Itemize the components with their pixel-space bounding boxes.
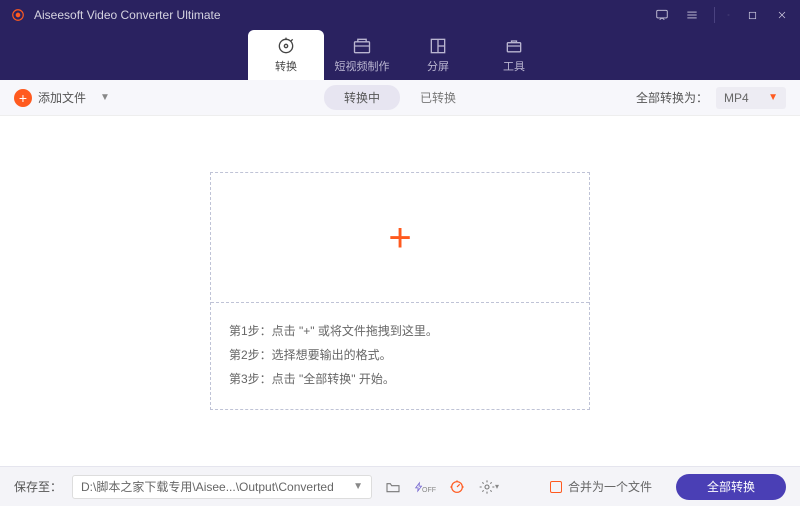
titlebar: Aiseesoft Video Converter Ultimate bbox=[0, 0, 800, 30]
app-title: Aiseesoft Video Converter Ultimate bbox=[34, 8, 221, 22]
menu-icon[interactable] bbox=[684, 7, 700, 23]
plus-icon: + bbox=[14, 89, 32, 107]
big-plus-icon: + bbox=[388, 218, 411, 258]
tab-convert[interactable]: 转换 bbox=[248, 30, 324, 80]
tab-collage-label: 分屏 bbox=[427, 58, 449, 74]
hw-accel-button[interactable]: OFF bbox=[414, 476, 436, 498]
subtab-converted[interactable]: 已转换 bbox=[400, 85, 476, 110]
merge-label: 合并为一个文件 bbox=[568, 478, 652, 495]
collage-icon bbox=[428, 36, 448, 56]
dropzone-target[interactable]: + bbox=[211, 173, 589, 303]
convert-icon bbox=[276, 36, 296, 56]
output-path-value: D:\脚本之家下载专用\Aisee...\Output\Converted bbox=[81, 478, 334, 495]
feedback-icon[interactable] bbox=[654, 7, 670, 23]
high-speed-button[interactable] bbox=[446, 476, 468, 498]
tab-toolbox-label: 工具 bbox=[503, 58, 525, 74]
step3-text: 第3步：点击 "全部转换" 开始。 bbox=[229, 367, 571, 391]
add-file-label: 添加文件 bbox=[38, 89, 86, 106]
merge-checkbox[interactable]: 合并为一个文件 bbox=[550, 478, 652, 495]
minimize-button[interactable] bbox=[714, 7, 730, 23]
tab-mv-label: 短视频制作 bbox=[335, 58, 390, 74]
app-logo-icon bbox=[10, 7, 26, 23]
output-path-dropdown[interactable]: D:\脚本之家下载专用\Aisee...\Output\Converted ▼ bbox=[72, 475, 372, 499]
dropzone[interactable]: + 第1步：点击 "+" 或将文件拖拽到这里。 第2步：选择想要输出的格式。 第… bbox=[210, 172, 590, 410]
tab-toolbox[interactable]: 工具 bbox=[476, 30, 552, 80]
mv-icon bbox=[352, 36, 372, 56]
chevron-down-icon: ▼ bbox=[353, 481, 363, 492]
dropzone-steps: 第1步：点击 "+" 或将文件拖拽到这里。 第2步：选择想要输出的格式。 第3步… bbox=[211, 303, 589, 409]
maximize-button[interactable] bbox=[744, 7, 760, 23]
subtab-converting[interactable]: 转换中 bbox=[324, 85, 400, 110]
step1-text: 第1步：点击 "+" 或将文件拖拽到这里。 bbox=[229, 319, 571, 343]
main-area: + 第1步：点击 "+" 或将文件拖拽到这里。 第2步：选择想要输出的格式。 第… bbox=[0, 116, 800, 466]
main-tabs: 转换 短视频制作 分屏 工具 bbox=[0, 30, 800, 80]
output-format-value: MP4 bbox=[724, 91, 749, 105]
toolbar: + 添加文件 ▼ 转换中 已转换 全部转换为： MP4 ▼ bbox=[0, 80, 800, 116]
save-to-label: 保存至： bbox=[14, 478, 62, 495]
chevron-down-icon: ▼ bbox=[768, 92, 778, 103]
chevron-down-icon[interactable]: ▼ bbox=[100, 92, 110, 103]
tab-mv[interactable]: 短视频制作 bbox=[324, 30, 400, 80]
convert-all-to-label: 全部转换为： bbox=[636, 89, 708, 106]
toolbox-icon bbox=[504, 36, 524, 56]
tab-collage[interactable]: 分屏 bbox=[400, 30, 476, 80]
output-format-dropdown[interactable]: MP4 ▼ bbox=[716, 87, 786, 109]
tab-convert-label: 转换 bbox=[275, 58, 297, 74]
open-folder-button[interactable] bbox=[382, 476, 404, 498]
convert-all-button[interactable]: 全部转换 bbox=[676, 474, 786, 500]
settings-button[interactable]: ▾ bbox=[478, 476, 500, 498]
checkbox-icon bbox=[550, 481, 562, 493]
add-file-button[interactable]: + 添加文件 ▼ bbox=[14, 89, 110, 107]
close-button[interactable] bbox=[774, 7, 790, 23]
bottombar: 保存至： D:\脚本之家下载专用\Aisee...\Output\Convert… bbox=[0, 466, 800, 506]
step2-text: 第2步：选择想要输出的格式。 bbox=[229, 343, 571, 367]
